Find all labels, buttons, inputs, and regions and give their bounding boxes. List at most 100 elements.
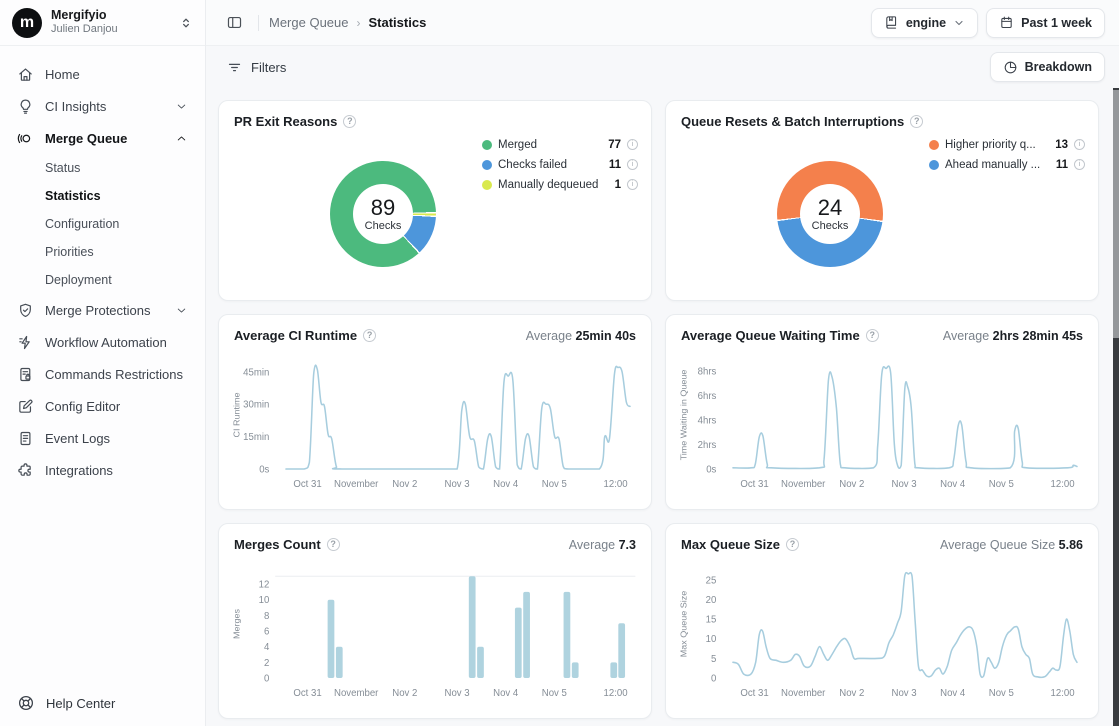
svg-text:4hrs: 4hrs xyxy=(698,415,717,426)
sidebar-toggle-icon[interactable] xyxy=(220,9,248,37)
sidebar-item-label: Merge Protections xyxy=(45,303,151,318)
average-value: 25min 40s xyxy=(576,329,636,343)
sidebar-subitem-deployment[interactable]: Deployment xyxy=(10,266,195,294)
sidebar-item-event-logs[interactable]: Event Logs xyxy=(10,422,195,454)
sidebar-nav: Home CI Insights Merge Queue StatusStatisti… xyxy=(0,46,205,680)
org-switcher[interactable]: m Mergifyio Julien Danjou xyxy=(0,0,205,46)
info-icon[interactable]: i xyxy=(627,159,638,170)
help-icon[interactable]: ? xyxy=(866,329,879,342)
donut-chart[interactable]: 24Checks xyxy=(777,161,883,267)
svg-text:Oct 31: Oct 31 xyxy=(293,688,321,699)
svg-text:Nov 3: Nov 3 xyxy=(892,688,918,699)
legend-value: 13 xyxy=(1055,139,1068,151)
donut-center: 89Checks xyxy=(353,184,413,244)
legend-item[interactable]: Manually dequeued1i xyxy=(482,178,638,191)
card-pr-exit-reasons: PR Exit Reasons?89ChecksMerged77iChecks … xyxy=(218,100,652,301)
breakdown-button[interactable]: Breakdown xyxy=(990,52,1105,82)
svg-text:Merges: Merges xyxy=(232,608,242,639)
bolt-icon xyxy=(17,334,34,351)
svg-text:Oct 31: Oct 31 xyxy=(293,479,321,490)
repo-icon xyxy=(884,15,899,30)
org-user: Julien Danjou xyxy=(51,23,170,37)
help-icon[interactable]: ? xyxy=(786,538,799,551)
average-value: 5.86 xyxy=(1059,538,1083,552)
sidebar-item-workflow-automation[interactable]: Workflow Automation xyxy=(10,326,195,358)
sidebar-item-config-editor[interactable]: Config Editor xyxy=(10,390,195,422)
sidebar-item-ci-insights[interactable]: CI Insights xyxy=(10,90,195,122)
average-value: 7.3 xyxy=(619,538,636,552)
sidebar-item-merge-protections[interactable]: Merge Protections xyxy=(10,294,195,326)
org-name: Mergifyio xyxy=(51,8,170,24)
svg-text:10: 10 xyxy=(706,634,717,645)
sidebar-subitem-statistics[interactable]: Statistics xyxy=(10,182,195,210)
svg-text:Nov 5: Nov 5 xyxy=(542,688,568,699)
legend-color-dot xyxy=(482,180,492,190)
svg-text:2hrs: 2hrs xyxy=(698,440,717,451)
svg-text:5: 5 xyxy=(711,654,717,665)
help-icon[interactable]: ? xyxy=(327,538,340,551)
card-title-text: PR Exit Reasons xyxy=(234,114,337,129)
top-header: Merge Queue › Statistics engine Past 1 w… xyxy=(206,0,1119,46)
filters-button[interactable]: Filters xyxy=(220,55,293,80)
info-icon[interactable]: i xyxy=(1074,159,1085,170)
svg-text:Nov 4: Nov 4 xyxy=(940,479,966,490)
card-average-queue-waiting-time: Average Queue Waiting Time?Average 2hrs … xyxy=(665,314,1099,510)
bar-chart[interactable]: 121086420MergesOct 31NovemberNov 2Nov 3N… xyxy=(227,558,645,710)
donut-total: 24 xyxy=(818,196,842,219)
svg-text:Nov 2: Nov 2 xyxy=(392,688,417,699)
svg-text:8: 8 xyxy=(264,611,270,622)
line-chart[interactable]: 2520151050Max Queue SizeOct 31NovemberNo… xyxy=(674,558,1092,710)
sidebar-item-label: Merge Queue xyxy=(45,131,127,146)
sidebar-item-integrations[interactable]: Integrations xyxy=(10,454,195,486)
card-merges-count: Merges Count?Average 7.3121086420MergesO… xyxy=(218,523,652,719)
info-icon[interactable]: i xyxy=(627,139,638,150)
home-icon xyxy=(17,66,34,83)
legend-item[interactable]: Higher priority q...13i xyxy=(929,138,1085,151)
sidebar-item-home[interactable]: Home xyxy=(10,58,195,90)
date-range-button[interactable]: Past 1 week xyxy=(986,8,1105,38)
svg-text:Nov 4: Nov 4 xyxy=(493,688,519,699)
card-queue-resets-batch-interruptions: Queue Resets & Batch Interruptions? 24Che… xyxy=(665,100,1099,301)
average-readout: Average Queue Size 5.86 xyxy=(940,538,1083,552)
legend-item[interactable]: Merged77i xyxy=(482,138,638,151)
legend-item[interactable]: Ahead manually ...11i xyxy=(929,158,1085,171)
donut-chart[interactable]: 89Checks xyxy=(330,161,436,267)
svg-text:Nov 4: Nov 4 xyxy=(493,479,519,490)
legend-value: 77 xyxy=(608,139,621,151)
help-center-link[interactable]: Help Center xyxy=(0,680,205,726)
org-switcher-chevrons-icon[interactable] xyxy=(179,16,193,30)
svg-text:2: 2 xyxy=(264,658,269,669)
help-icon[interactable]: ? xyxy=(363,329,376,342)
repo-select-label: engine xyxy=(906,16,946,30)
info-icon[interactable]: i xyxy=(627,179,638,190)
svg-text:Nov 5: Nov 5 xyxy=(989,688,1015,699)
line-chart[interactable]: 45min30min15min0sCI RuntimeOct 31Novembe… xyxy=(227,349,645,501)
info-icon[interactable]: i xyxy=(1074,139,1085,150)
sidebar-item-label: Home xyxy=(45,67,80,82)
help-icon[interactable]: ? xyxy=(343,115,356,128)
header-divider xyxy=(258,15,259,31)
legend-color-dot xyxy=(929,160,939,170)
sidebar-subitem-configuration[interactable]: Configuration xyxy=(10,210,195,238)
line-chart[interactable]: 8hrs6hrs4hrs2hrs0sTime Waiting in QueueO… xyxy=(674,349,1092,501)
lifebuoy-icon xyxy=(17,694,35,712)
help-icon[interactable]: ? xyxy=(910,115,923,128)
card-title-text: Queue Resets & Batch Interruptions xyxy=(681,114,904,129)
legend-label: Ahead manually ... xyxy=(945,159,1050,171)
svg-text:Nov 3: Nov 3 xyxy=(892,479,918,490)
breadcrumb-merge-queue[interactable]: Merge Queue xyxy=(269,15,349,30)
legend-item[interactable]: Checks failed11i xyxy=(482,158,638,171)
sidebar-item-merge-queue[interactable]: Merge Queue xyxy=(10,122,195,154)
card-title: Queue Resets & Batch Interruptions? xyxy=(681,114,1083,129)
legend-label: Checks failed xyxy=(498,159,603,171)
sidebar-item-commands-restrictions[interactable]: Commands Restrictions xyxy=(10,358,195,390)
svg-text:CI Runtime: CI Runtime xyxy=(232,392,242,437)
svg-text:45min: 45min xyxy=(243,367,269,378)
repo-select[interactable]: engine xyxy=(871,8,978,38)
svg-text:10: 10 xyxy=(259,595,270,606)
scrollbar-thumb[interactable] xyxy=(1113,90,1119,338)
sidebar-subitem-status[interactable]: Status xyxy=(10,154,195,182)
svg-text:Nov 5: Nov 5 xyxy=(989,479,1015,490)
sidebar-subitem-priorities[interactable]: Priorities xyxy=(10,238,195,266)
svg-text:November: November xyxy=(334,688,379,699)
